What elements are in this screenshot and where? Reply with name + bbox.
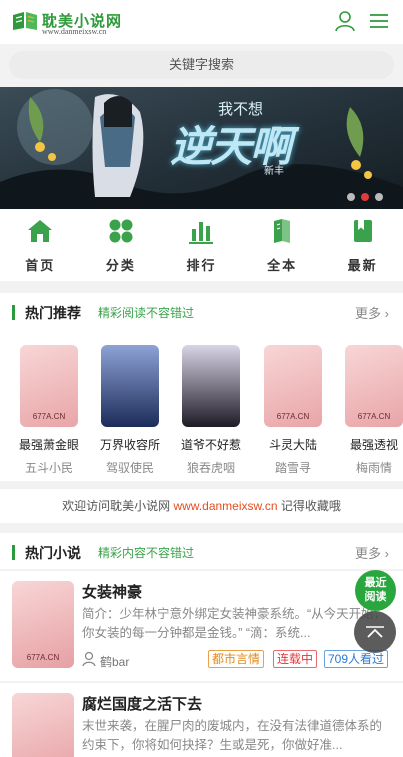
welcome-prefix: 欢迎访问耽美小说网	[62, 499, 171, 513]
cover-tag: 677A.CN	[276, 412, 310, 421]
logo-url: www.danmeixsw.cn	[42, 27, 107, 36]
book-card[interactable]: 677A.CN 斗灵大陆 踏雪寻	[260, 345, 326, 473]
status-tag: 连载中	[273, 650, 318, 668]
book-cover: 677A.CN	[20, 345, 78, 427]
bar-chart-icon	[189, 222, 214, 244]
recent-reading-button[interactable]: 最近 阅读	[355, 570, 396, 611]
book-card[interactable]: 万界收容所 驾驭使民	[97, 345, 163, 473]
nav-label: 首页	[25, 258, 56, 273]
section-header: 热门小说 精彩内容不容错过 更多 ›	[0, 533, 403, 569]
cover-tag: 677A.CN	[357, 412, 391, 421]
section-accent-bar	[12, 545, 15, 560]
section-subtitle: 精彩内容不容错过	[98, 546, 195, 560]
chevron-up-icon	[366, 626, 384, 638]
user-icon[interactable]	[334, 10, 356, 32]
banner-tag: 新丰	[264, 166, 284, 177]
section-header: 热门推荐 精彩阅读不容错过 更多 ›	[0, 293, 403, 329]
book-author: 踏雪寻	[274, 461, 311, 473]
novel-title: 腐烂国度之活下去	[82, 696, 203, 713]
nav-label: 最新	[347, 258, 378, 273]
book-cover: 677A.CN	[264, 345, 322, 427]
search-input[interactable]: 关键字搜索	[9, 51, 394, 79]
cover-tag: 677A.CN	[26, 653, 60, 662]
book-name: 斗灵大陆	[268, 438, 317, 452]
book-author: 驾驭使民	[105, 461, 154, 473]
grid-icon	[109, 219, 133, 243]
book-card[interactable]: 677A.CN 最强透视 梅雨情	[341, 345, 403, 473]
book-name: 最强萧金眼	[18, 438, 79, 452]
author-icon	[82, 651, 96, 667]
book-cover	[101, 345, 159, 427]
book-card[interactable]: 道爷不好惹 狼吞虎咽	[178, 345, 244, 473]
nav-label: 分类	[105, 258, 136, 273]
book-name: 道爷不好惹	[180, 438, 241, 452]
chevron-right-icon: ›	[384, 306, 389, 321]
menu-icon[interactable]	[368, 10, 390, 32]
nav-label: 全本	[267, 258, 298, 273]
book-name: 万界收容所	[99, 438, 160, 452]
novel-list-item[interactable]: 腐烂国度之活下去 末世来袭，在腥尸肉的废城内，在没有法律道德体系的约束下，你将如…	[0, 683, 403, 757]
nav-ranking[interactable]: 排行	[161, 209, 242, 281]
more-link[interactable]: 更多 ›	[355, 543, 389, 562]
novel-list-item[interactable]: 677A.CN 女装神豪 简介：少年林宁意外绑定女装神豪系统。“从今天开始，你女…	[0, 571, 403, 681]
book-cover: 677A.CN	[12, 581, 74, 668]
more-label: 更多	[355, 546, 382, 561]
book-name: 最强透视	[349, 438, 398, 452]
book-author: 狼吞虎咽	[186, 461, 235, 473]
more-label: 更多	[355, 306, 382, 321]
section-accent-bar	[12, 305, 15, 320]
recent-label-line2: 阅读	[364, 591, 387, 603]
hot-recommend-section: 热门推荐 精彩阅读不容错过 更多 › 677A.CN 最强萧金眼 五斗小民 万界…	[0, 293, 403, 481]
home-icon	[28, 220, 53, 242]
site-logo[interactable]: 耽美小说网 www.danmeixsw.cn	[12, 8, 132, 38]
section-title: 热门小说	[25, 545, 81, 561]
book-author: 梅雨情	[355, 461, 392, 473]
book-cover	[182, 345, 240, 427]
banner-carousel[interactable]: 我不想 逆天啊 新丰	[0, 87, 403, 209]
book-cover	[12, 693, 74, 757]
more-link[interactable]: 更多 ›	[355, 303, 389, 322]
nav-latest[interactable]: 最新	[322, 209, 403, 281]
nav-complete[interactable]: 全本	[242, 209, 323, 281]
chevron-right-icon: ›	[384, 546, 389, 561]
novel-description: 简介：少年林宁意外绑定女装神豪系统。“从今天开始，你女装的每一分钟都是金钱。” …	[82, 607, 387, 640]
cover-tag: 677A.CN	[32, 412, 66, 421]
recent-label-line1: 最近	[364, 577, 387, 589]
welcome-banner: 欢迎访问耽美小说网 www.danmeixsw.cn 记得收藏哦	[0, 489, 403, 523]
bookmark-icon	[353, 220, 372, 242]
novel-title: 女装神豪	[82, 584, 143, 601]
carousel-dot-active[interactable]	[361, 193, 369, 201]
novel-author: 鹤bar	[100, 655, 130, 669]
nav-category[interactable]: 分类	[81, 209, 162, 281]
carousel-dot[interactable]	[347, 193, 355, 201]
back-to-top-button[interactable]	[354, 611, 396, 653]
book-card[interactable]: 677A.CN 最强萧金眼 五斗小民	[16, 345, 82, 473]
logo-book-icon	[13, 12, 37, 30]
book-author: 五斗小民	[24, 461, 73, 473]
header: 耽美小说网 www.danmeixsw.cn	[0, 0, 403, 44]
main-nav: 首页 分类 排行 全本 最新	[0, 209, 403, 281]
section-subtitle: 精彩阅读不容错过	[98, 306, 195, 320]
nav-label: 排行	[186, 258, 217, 273]
carousel-dot[interactable]	[375, 193, 383, 201]
welcome-url[interactable]: www.danmeixsw.cn	[173, 499, 277, 513]
nav-home[interactable]: 首页	[0, 209, 81, 281]
novel-description: 末世来袭，在腥尸肉的废城内，在没有法律道德体系的约束下，你将如何抉择？生或是死，…	[82, 719, 383, 752]
hot-novels-section: 热门小说 精彩内容不容错过 更多 ›	[0, 533, 403, 569]
section-title: 热门推荐	[25, 305, 81, 321]
carousel-dots	[347, 193, 383, 201]
book-carousel: 677A.CN 最强萧金眼 五斗小民 万界收容所 驾驭使民 道爷不好惹 狼吞虎咽…	[0, 345, 403, 473]
welcome-suffix: 记得收藏哦	[280, 499, 341, 513]
book-cover: 677A.CN	[345, 345, 403, 427]
category-tag[interactable]: 都市言情	[208, 650, 265, 668]
book-stack-icon	[274, 219, 291, 243]
